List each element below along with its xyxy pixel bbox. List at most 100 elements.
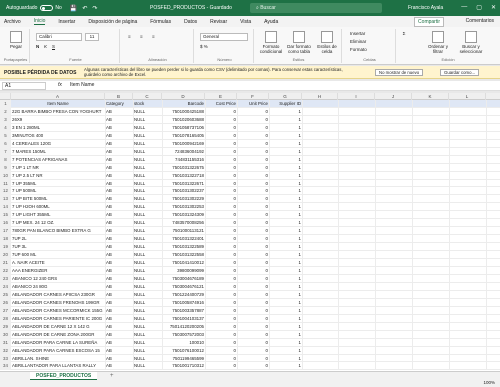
share-button[interactable]: Compartir (414, 17, 444, 27)
cell[interactable]: 1 (270, 275, 301, 282)
cell[interactable]: 0 (206, 331, 236, 338)
italic-button[interactable]: K (44, 44, 47, 49)
cell[interactable]: 7501020603688 (163, 116, 204, 123)
cell[interactable]: 0 (238, 259, 268, 266)
cell[interactable]: AB (106, 362, 132, 369)
header-cell[interactable]: Cost Price (206, 100, 236, 107)
cell[interactable]: 0 (238, 267, 268, 274)
cell[interactable]: AB (106, 291, 132, 298)
cell[interactable]: 1 (270, 195, 301, 202)
cell[interactable]: NULL (134, 347, 161, 354)
formula-input[interactable]: Item Name (70, 82, 94, 88)
cell[interactable]: AB (106, 331, 132, 338)
cell[interactable]: 1 (270, 315, 301, 322)
row-number[interactable]: 13 (0, 195, 11, 204)
row-number[interactable]: 8 (0, 155, 11, 164)
cell[interactable]: NULL (134, 275, 161, 282)
cell[interactable]: NULL (134, 187, 161, 194)
cell[interactable]: AB (106, 323, 132, 330)
row-number[interactable]: 16 (0, 219, 11, 228)
cell[interactable]: NULL (134, 195, 161, 202)
header-cell[interactable]: Supplier ID (270, 100, 301, 107)
tab-insertar[interactable]: Insertar (58, 19, 75, 25)
cell[interactable]: 7501005874916 (163, 299, 204, 306)
cell[interactable]: 0 (238, 172, 268, 179)
cell[interactable]: NULL (134, 132, 161, 139)
tab-f-rmulas[interactable]: Fórmulas (150, 19, 171, 25)
cell[interactable]: 0 (206, 132, 236, 139)
column-header-g[interactable]: G (269, 93, 302, 100)
cell[interactable]: 0 (206, 180, 236, 187)
row-number[interactable]: 31 (0, 338, 11, 347)
fx-icon[interactable]: fx (58, 82, 62, 88)
column-header-j[interactable]: J (375, 93, 412, 100)
row-number[interactable]: 18 (0, 235, 11, 244)
cell[interactable]: 7 UP 500ML (12, 187, 104, 194)
cell[interactable]: AB (106, 211, 132, 218)
cell[interactable]: 0 (206, 362, 236, 369)
cell[interactable]: 7501003357887 (163, 307, 204, 314)
align-right-icon[interactable]: ≡ (152, 34, 155, 39)
column-header-b[interactable]: B (105, 93, 133, 100)
row-number[interactable]: 27 (0, 306, 11, 315)
header-cell[interactable]: Barcode (163, 100, 204, 107)
cell[interactable]: 7501031322401 (163, 235, 204, 242)
insert-cells-button[interactable]: Insertar (350, 31, 365, 36)
cell[interactable]: 0 (206, 315, 236, 322)
cell[interactable]: ABLANDADOR CARNES PARIENTE IC 200G (12, 315, 104, 322)
cell[interactable]: NULL (134, 339, 161, 346)
cell[interactable]: 7501031302237 (163, 187, 204, 194)
cell[interactable]: AB (106, 251, 132, 258)
row-number[interactable]: 3 (0, 115, 11, 124)
cell[interactable]: NULL (134, 355, 161, 362)
cell[interactable]: 0 (238, 355, 268, 362)
cell[interactable]: ABANICO 24 80G (12, 283, 104, 290)
cell[interactable]: 7 UP 2.5 LT NR (12, 172, 104, 179)
cell[interactable]: 7503004676189 (163, 275, 204, 282)
cell[interactable]: 7483570008256 (163, 219, 204, 226)
header-cell[interactable]: stock (134, 100, 161, 107)
tab-disposici-n-de-p-gina[interactable]: Disposición de página (88, 19, 137, 25)
row-number[interactable]: 17 (0, 227, 11, 236)
cell[interactable]: 0 (238, 347, 268, 354)
cell[interactable]: 0 (206, 235, 236, 242)
cell[interactable]: 0 (206, 203, 236, 210)
cell[interactable]: NULL (134, 299, 161, 306)
cell[interactable]: 7 UP MEX. 24 12 OZ. (12, 219, 104, 226)
format-cells-button[interactable]: Formato (350, 47, 367, 52)
cell[interactable]: 7501000425188 (163, 108, 204, 115)
tab-archivo[interactable]: Archivo (4, 19, 21, 25)
row-number[interactable]: 1 (0, 100, 11, 108)
cell[interactable]: NULL (134, 291, 161, 298)
cell[interactable]: AB (106, 132, 132, 139)
cell[interactable]: 7501031322558 (163, 251, 204, 258)
cell[interactable]: AB (106, 148, 132, 155)
cell[interactable]: AAA ENERGIZER (12, 267, 104, 274)
row-number[interactable]: 25 (0, 290, 11, 299)
cell[interactable]: 0 (206, 195, 236, 202)
cell[interactable]: 0 (238, 148, 268, 155)
row-number[interactable]: 26 (0, 298, 11, 307)
cell[interactable]: A. NAIR ACEITE (12, 259, 104, 266)
cell[interactable]: 0 (206, 124, 236, 131)
add-sheet-icon[interactable]: + (110, 373, 114, 379)
cell[interactable]: AB (106, 283, 132, 290)
underline-button[interactable]: S (52, 44, 55, 49)
cell[interactable]: 7501031302229 (163, 195, 204, 202)
cell[interactable]: 1 (270, 124, 301, 131)
cell[interactable]: 7UP 600 ML (12, 251, 104, 258)
cell[interactable]: NULL (134, 243, 161, 250)
cell[interactable]: 0 (206, 219, 236, 226)
header-cell[interactable]: Category (106, 100, 132, 107)
cell[interactable]: AB (106, 124, 132, 131)
cell[interactable]: 7501058737106 (163, 124, 204, 131)
cell[interactable]: 0 (238, 323, 268, 330)
cell[interactable]: 0 (206, 355, 236, 362)
cell[interactable]: 0 (238, 299, 268, 306)
cell[interactable]: 0 (238, 227, 268, 234)
row-number[interactable]: 30 (0, 330, 11, 339)
cell[interactable]: 7503007572003 (163, 331, 204, 338)
cell[interactable]: 0 (206, 211, 236, 218)
cell[interactable]: AB (106, 299, 132, 306)
cell[interactable]: NULL (134, 108, 161, 115)
